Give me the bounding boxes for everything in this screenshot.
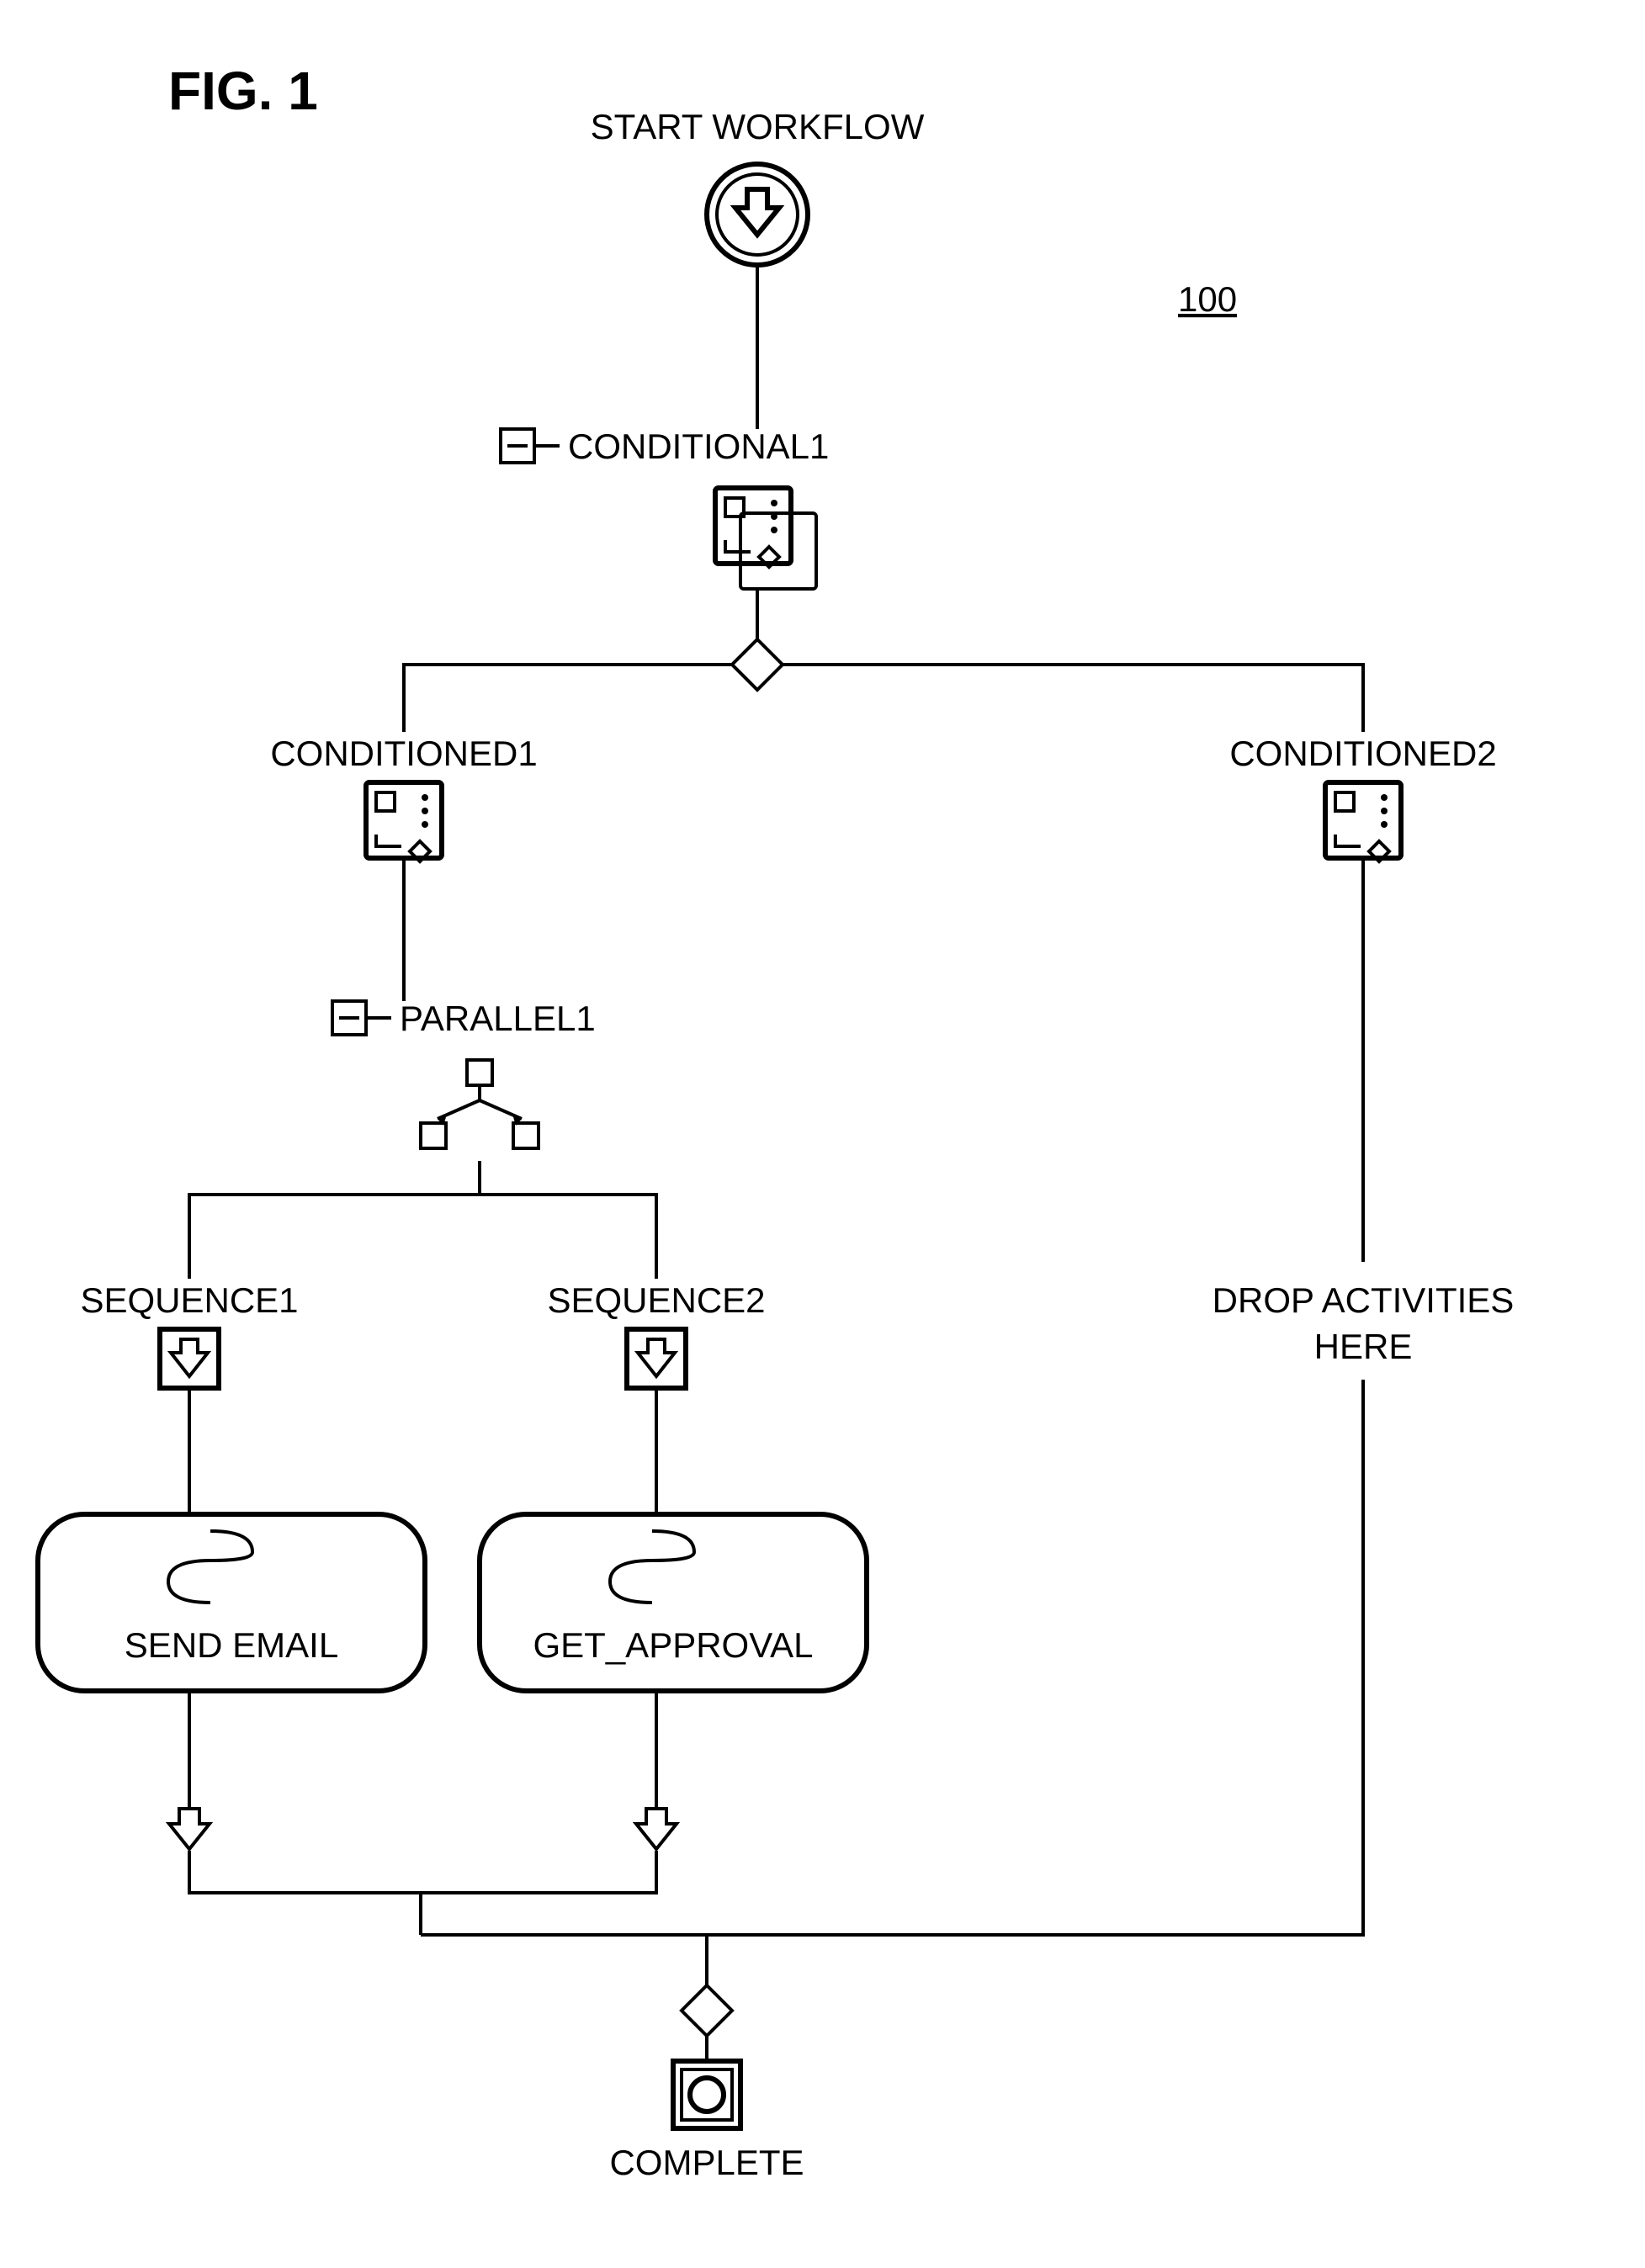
merge-diamond-icon — [682, 1985, 732, 2036]
connector — [189, 1851, 656, 1893]
activity-get-approval[interactable]: GET_APPROVAL — [480, 1514, 867, 1691]
drop-activities-label[interactable]: DROP ACTIVITIES — [1213, 1280, 1515, 1320]
collapse-toggle[interactable] — [332, 1001, 366, 1035]
connector — [480, 1195, 656, 1279]
activity-get-approval-label: GET_APPROVAL — [533, 1625, 813, 1665]
conditioned2-label: CONDITIONED2 — [1229, 734, 1496, 773]
conditioned1-label: CONDITIONED1 — [270, 734, 537, 773]
sequence1-label: SEQUENCE1 — [80, 1280, 298, 1320]
connector — [783, 665, 1363, 732]
connector — [421, 1893, 1363, 1935]
conditioned2-icon — [1325, 782, 1401, 861]
sequence2-icon — [627, 1329, 686, 1388]
decision-diamond-icon — [732, 639, 783, 690]
conditional-icon — [715, 488, 816, 589]
drop-activities-label-2[interactable]: HERE — [1314, 1327, 1413, 1366]
parallel-label: PARALLEL1 — [400, 999, 596, 1038]
figure-label: FIG. 1 — [168, 61, 318, 121]
start-label: START WORKFLOW — [591, 107, 925, 146]
start-icon — [707, 164, 808, 265]
connector — [189, 1195, 480, 1279]
parallel-icon — [421, 1060, 539, 1148]
reference-number: 100 — [1178, 279, 1237, 319]
conditioned1-icon — [366, 782, 442, 861]
connector — [404, 665, 732, 732]
activity-send-email[interactable]: SEND EMAIL — [38, 1514, 425, 1691]
arrow-down-icon — [636, 1809, 677, 1849]
sequence1-icon — [160, 1329, 219, 1388]
complete-label: COMPLETE — [609, 2143, 804, 2182]
conditional-label: CONDITIONAL1 — [568, 427, 829, 466]
collapse-toggle[interactable] — [501, 429, 534, 463]
arrow-down-icon — [169, 1809, 210, 1849]
script-icon — [610, 1531, 694, 1603]
activity-send-email-label: SEND EMAIL — [125, 1625, 338, 1665]
complete-icon — [673, 2061, 740, 2128]
script-icon — [168, 1531, 252, 1603]
sequence2-label: SEQUENCE2 — [547, 1280, 765, 1320]
